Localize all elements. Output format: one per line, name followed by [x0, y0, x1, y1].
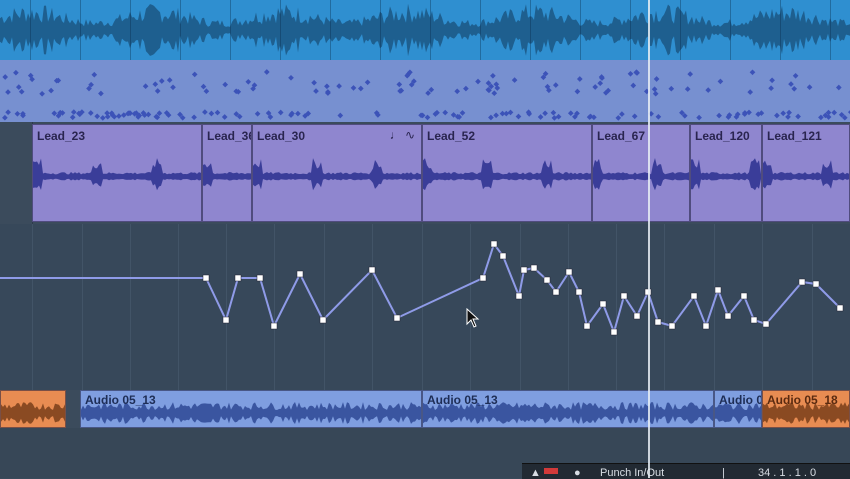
event-waveform	[1, 402, 65, 424]
automation-lane[interactable]	[0, 224, 850, 390]
record-button[interactable]	[544, 468, 558, 474]
audio-track-lane-top[interactable]	[0, 0, 850, 60]
event-label: Audio 05_13	[85, 393, 156, 407]
audio05-event-5[interactable]: Audio 05_18	[762, 390, 850, 428]
note-curve-icon: ♩ ∿	[389, 128, 415, 142]
mouse-pointer-icon	[466, 308, 480, 328]
lead-event-5[interactable]: Lead_67	[592, 124, 690, 222]
midi-track-lane[interactable]	[0, 60, 850, 122]
punch-toggle[interactable]: Punch In/Out	[600, 467, 664, 479]
audio05-event-2[interactable]: Audio 05_13	[80, 390, 422, 428]
position-display[interactable]: 34 . 1 . 1 . 0	[758, 467, 816, 479]
audio05-event-1[interactable]	[0, 390, 66, 428]
record-dot-icon[interactable]: ●	[574, 467, 581, 479]
playhead[interactable]	[648, 0, 650, 478]
lead-event-1[interactable]: Lead_23	[32, 124, 202, 222]
lead-event-6[interactable]: Lead_120	[690, 124, 762, 222]
locator-marker-icon: |	[722, 467, 725, 479]
event-label: Lead_30	[257, 129, 306, 143]
up-arrow-icon[interactable]: ▲	[530, 467, 541, 479]
event-label: Audio 05_13	[427, 393, 498, 407]
lead-track-lane[interactable]: Lead_23 Lead_36 Lead_30 ♩ ∿ Lead_52 Lead…	[0, 122, 850, 224]
audio-waveform-top	[0, 0, 850, 60]
audio05-event-4[interactable]: Audio 0	[714, 390, 762, 428]
audio05-track-lane[interactable]: Audio 05_13 Audio 05_13 Audio 0 Audio 05…	[0, 390, 850, 428]
event-label: Audio 05_18	[767, 393, 838, 407]
event-label: Lead_120	[695, 129, 750, 143]
event-label: Lead_121	[767, 129, 822, 143]
event-label: Lead_36	[207, 129, 252, 143]
event-label: Lead_23	[37, 129, 86, 143]
lead-event-2[interactable]: Lead_36	[202, 124, 252, 222]
event-label: Lead_67	[597, 129, 646, 143]
midi-notes-display	[2, 69, 850, 121]
event-label: Lead_52	[427, 129, 476, 143]
event-label: Audio 0	[719, 393, 762, 407]
lead-event-7[interactable]: Lead_121	[762, 124, 850, 222]
transport-bar: ▲ ● Punch In/Out | 34 . 1 . 1 . 0	[522, 463, 850, 479]
lead-event-4[interactable]: Lead_52	[422, 124, 592, 222]
audio05-event-3[interactable]: Audio 05_13	[422, 390, 714, 428]
automation-curve[interactable]	[0, 224, 850, 390]
lead-event-3[interactable]: Lead_30 ♩ ∿	[252, 124, 422, 222]
